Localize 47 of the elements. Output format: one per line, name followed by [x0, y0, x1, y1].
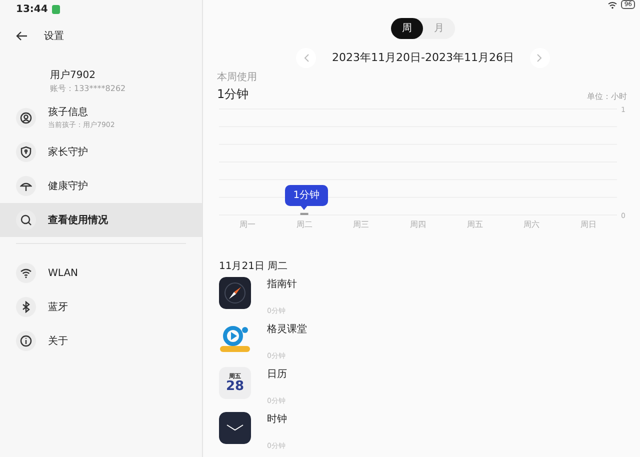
total-usage: 1分钟 — [217, 86, 249, 103]
chevron-left-icon — [304, 54, 309, 62]
sidebar-item[interactable]: 蓝牙 — [0, 290, 202, 324]
usage-bar — [300, 212, 308, 215]
page-title: 设置 — [44, 30, 64, 44]
account-number: 账号：133****8262 — [50, 83, 127, 95]
app-name: 格灵课堂 — [267, 322, 307, 337]
back-arrow-icon — [16, 31, 28, 41]
sidebar-item[interactable]: 家长守护 — [0, 135, 202, 169]
day-label: 周二 — [296, 220, 312, 229]
status-time: 13:44 — [16, 2, 48, 16]
sidebar-item[interactable]: 查看使用情况 — [0, 203, 202, 237]
day-label: 周六 — [524, 220, 540, 229]
usage-tooltip: 1分钟 — [285, 185, 328, 206]
day-label: 周三 — [353, 220, 370, 229]
person-icon — [20, 112, 32, 124]
chevron-right-icon — [537, 54, 542, 62]
period-tab[interactable]: 周 — [391, 18, 423, 39]
day-label: 周一 — [239, 220, 256, 229]
previous-week-button[interactable] — [296, 48, 316, 68]
bluetooth-icon — [20, 301, 32, 313]
unit-label: 单位：小时 — [587, 91, 627, 103]
day-label: 周日 — [580, 220, 597, 229]
day-heading: 11月21日 周二 — [219, 260, 289, 274]
tooltip-pointer-icon — [300, 205, 308, 210]
wifi-icon — [20, 267, 32, 279]
back-button[interactable] — [16, 31, 28, 41]
clock-icon — [219, 412, 251, 444]
search-icon — [20, 214, 32, 226]
app-name: 指南针 — [267, 278, 297, 292]
user-name: 用户7902 — [50, 68, 96, 83]
sidebar-item[interactable]: 关于 — [0, 324, 202, 358]
wifi-icon — [608, 0, 618, 8]
info-icon — [20, 335, 32, 347]
day-label: 周四 — [410, 220, 426, 229]
next-week-button[interactable] — [530, 48, 550, 68]
sidebar-item[interactable]: 健康守护 — [0, 169, 202, 203]
sidebar-item[interactable]: WLAN — [0, 256, 202, 290]
compass-icon — [219, 277, 251, 309]
app-name: 日历 — [267, 368, 287, 382]
app-name: 时钟 — [267, 412, 287, 427]
caption-text: 本周使用 — [217, 70, 258, 85]
date-range: 2023年11月20日-2023年11月26日 — [332, 50, 514, 66]
umbrella-icon — [20, 180, 32, 192]
shield-icon — [20, 146, 32, 158]
day-label: 周五 — [466, 220, 483, 229]
calendar-date: 28 — [226, 380, 244, 394]
